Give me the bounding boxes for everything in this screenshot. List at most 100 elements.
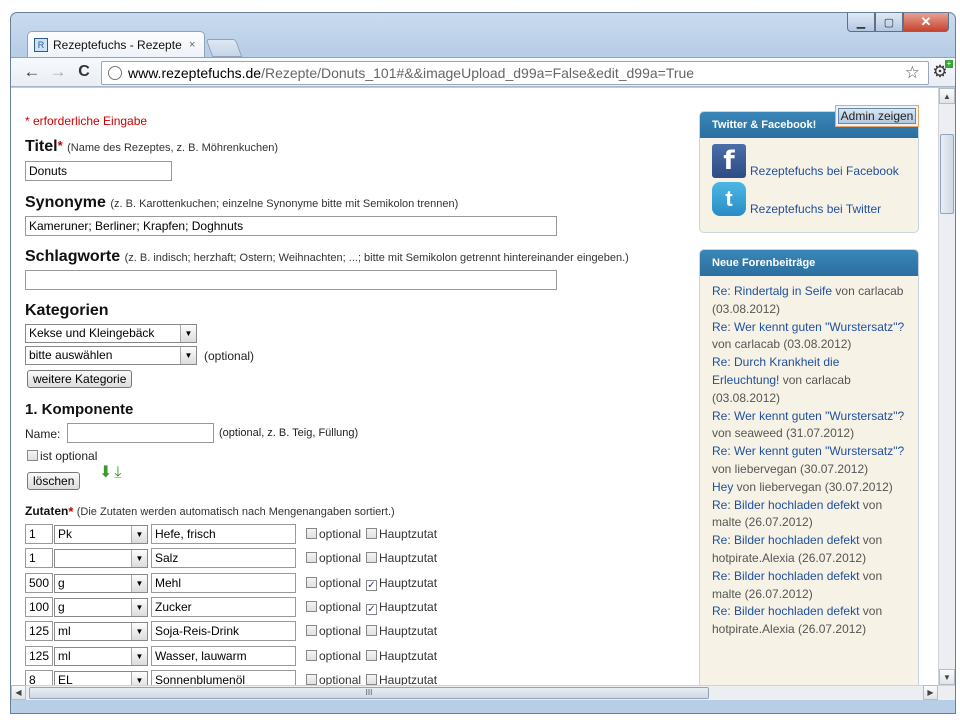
bookmark-star-icon[interactable]: ☆ [905, 63, 920, 83]
ingredient-optional-checkbox[interactable]: optional [306, 527, 361, 541]
forum-post: Hey von liebervegan (30.07.2012) [712, 479, 910, 497]
ingredients-heading: Zutaten* (Die Zutaten werden automatisch… [25, 504, 395, 519]
checkmark-icon: ✓ [366, 603, 377, 615]
tab-rezeptefuchs[interactable]: R Rezeptefuchs - Rezepte mi × [27, 31, 205, 57]
ingredient-qty-input[interactable]: 100 [25, 596, 53, 617]
forum-post: Re: Durch Krankheit die Erleuchtung! von… [712, 354, 910, 407]
ingredient-optional-checkbox[interactable]: optional [306, 576, 361, 590]
category-select-2[interactable]: bitte auswählen ▼ [25, 346, 197, 365]
ingredient-unit-select[interactable]: ▼ [54, 549, 148, 569]
scroll-up-icon[interactable]: ▲ [939, 88, 955, 104]
ingredient-row: 1 Pk ▼ Hefe, frisch optional Hauptzutat [25, 524, 685, 546]
wrench-menu[interactable]: ⚙ + [929, 60, 953, 83]
component-optional-checkbox[interactable]: ist optional [27, 449, 97, 463]
forum-post-link[interactable]: Re: Wer kennt guten "Wurstersatz"? [712, 409, 904, 423]
ingredient-unit-select[interactable]: g ▼ [54, 597, 148, 617]
arrow-bottom-icon[interactable]: ⤓ [114, 465, 121, 481]
forum-post: Re: Wer kennt guten "Wurstersatz"? von s… [712, 408, 910, 444]
horizontal-scrollbar[interactable]: ◀ III ▶ [11, 685, 955, 700]
ingredient-main-checkbox[interactable]: Hauptzutat [366, 527, 437, 541]
checkbox-icon [366, 528, 377, 539]
ingredient-qty-input[interactable]: 125 [25, 645, 53, 666]
ingredient-main-checkbox[interactable]: ✓ Hauptzutat [366, 600, 437, 615]
ingredient-name-input[interactable]: Hefe, frisch [151, 524, 296, 544]
add-category-button[interactable]: weitere Kategorie [27, 370, 133, 388]
forum-post-link[interactable]: Re: Wer kennt guten "Wurstersatz"? [712, 320, 904, 334]
forum-post-link[interactable]: Re: Bilder hochladen defekt [712, 533, 859, 547]
tags-input[interactable] [25, 270, 557, 290]
ingredient-qty-input[interactable]: 1 [25, 524, 53, 544]
scroll-down-icon[interactable]: ▼ [939, 669, 955, 685]
ingredient-unit-select[interactable]: Pk ▼ [54, 525, 148, 544]
ingredient-qty-input[interactable]: 125 [25, 621, 53, 642]
ingredient-name-input[interactable]: Salz [151, 548, 296, 569]
vertical-scrollbar[interactable]: ▲ ▼ [938, 88, 955, 685]
page-viewport: * erforderliche Eingabe Titel* (Name des… [11, 88, 955, 700]
checkmark-icon: ✓ [366, 579, 377, 591]
forum-post-link[interactable]: Hey [712, 480, 733, 494]
forum-post-meta: von carlacab (03.08.2012) [712, 337, 852, 352]
synonyms-input[interactable]: Kameruner; Berliner; Krapfen; Doghnuts [25, 216, 557, 236]
ingredient-name-input[interactable]: Soja-Reis-Drink [151, 621, 296, 642]
ingredient-optional-checkbox[interactable]: optional [306, 551, 361, 565]
checkbox-icon [306, 673, 317, 685]
chevron-down-icon: ▼ [131, 598, 147, 616]
tab-close-icon[interactable]: × [189, 39, 195, 51]
ingredient-row: 125 ml ▼ Wasser, lauwarm optional Hauptzutat [25, 645, 685, 668]
vertical-scroll-thumb[interactable] [940, 134, 954, 214]
checkbox-icon [27, 450, 38, 461]
forum-post-link[interactable]: Re: Bilder hochladen defekt [712, 604, 859, 618]
forum-post-meta: von liebervegan (30.07.2012) [733, 479, 893, 494]
chevron-down-icon: ▼ [131, 647, 147, 665]
ingredient-main-checkbox[interactable]: ✓ Hauptzutat [366, 576, 437, 591]
back-icon[interactable]: ← [21, 61, 43, 83]
forum-post-list: Re: Rindertalg in Seife von carlacab (03… [700, 276, 918, 639]
forum-post-link[interactable]: Re: Bilder hochladen defekt [712, 569, 859, 583]
ingredient-optional-checkbox[interactable]: optional [306, 624, 361, 638]
checkbox-icon [366, 673, 377, 685]
ingredient-qty-input[interactable]: 1 [25, 548, 53, 569]
ingredient-unit-select[interactable]: ml ▼ [54, 622, 148, 642]
forum-post-meta: von liebervegan (30.07.2012) [712, 461, 869, 476]
ingredient-name-input[interactable]: Wasser, lauwarm [151, 645, 296, 666]
reload-icon[interactable]: C [73, 61, 95, 83]
address-bar[interactable]: www.rezeptefuchs.de/Rezepte/Donuts_101#&… [101, 61, 929, 85]
scroll-right-icon[interactable]: ▶ [923, 685, 938, 700]
checkbox-icon [306, 528, 317, 539]
forum-post-link[interactable]: Re: Rindertalg in Seife [712, 284, 832, 298]
delete-component-button[interactable]: löschen [27, 472, 81, 490]
forum-post: Re: Rindertalg in Seife von carlacab (03… [712, 283, 910, 319]
chevron-down-icon: ▼ [180, 347, 196, 364]
forum-post-link[interactable]: Re: Wer kennt guten "Wurstersatz"? [712, 444, 904, 458]
twitter-link[interactable]: t Rezeptefuchs bei Twitter [712, 182, 881, 216]
horizontal-scroll-thumb[interactable]: III [29, 687, 709, 699]
forum-post: Re: Bilder hochladen defekt von malte (2… [712, 568, 910, 604]
scroll-left-icon[interactable]: ◀ [11, 685, 26, 700]
ingredient-unit-select[interactable]: g ▼ [54, 573, 148, 593]
checkbox-icon [306, 649, 317, 661]
category-select-1[interactable]: Kekse und Kleingebäck ▼ [25, 324, 197, 343]
component-name-input[interactable] [67, 423, 214, 443]
admin-show-button[interactable]: Admin zeigen [835, 105, 919, 127]
ingredient-main-checkbox[interactable]: Hauptzutat [366, 551, 437, 565]
arrow-down-icon[interactable]: ⬇ [99, 465, 112, 481]
favicon-icon: R [34, 37, 48, 52]
social-box: Twitter & Facebook! f Rezeptefuchs bei F… [699, 111, 919, 233]
ingredient-unit-select[interactable]: ml ▼ [54, 646, 148, 666]
ingredient-qty-input[interactable]: 500 [25, 572, 53, 593]
facebook-link[interactable]: f Rezeptefuchs bei Facebook [712, 144, 899, 178]
new-tab-button[interactable] [205, 39, 243, 57]
ingredient-name-input[interactable]: Mehl [151, 572, 296, 593]
forward-icon[interactable]: → [47, 61, 69, 83]
title-heading: Titel* (Name des Rezeptes, z. B. Möhrenk… [25, 138, 279, 155]
ingredient-optional-checkbox[interactable]: optional [306, 649, 361, 663]
ingredient-main-checkbox[interactable]: Hauptzutat [366, 624, 437, 638]
forum-post-meta: von seaweed (31.07.2012) [712, 426, 855, 441]
ingredient-optional-checkbox[interactable]: optional [306, 600, 361, 614]
ingredient-name-input[interactable]: Zucker [151, 596, 296, 617]
ingredient-main-checkbox[interactable]: Hauptzutat [366, 649, 437, 663]
forum-post-link[interactable]: Re: Bilder hochladen defekt [712, 498, 859, 512]
title-input[interactable]: Donuts [25, 161, 172, 181]
ingredient-row: 500 g ▼ Mehl optional ✓ Hauptzutat [25, 572, 685, 595]
chevron-down-icon: ▼ [131, 574, 147, 592]
